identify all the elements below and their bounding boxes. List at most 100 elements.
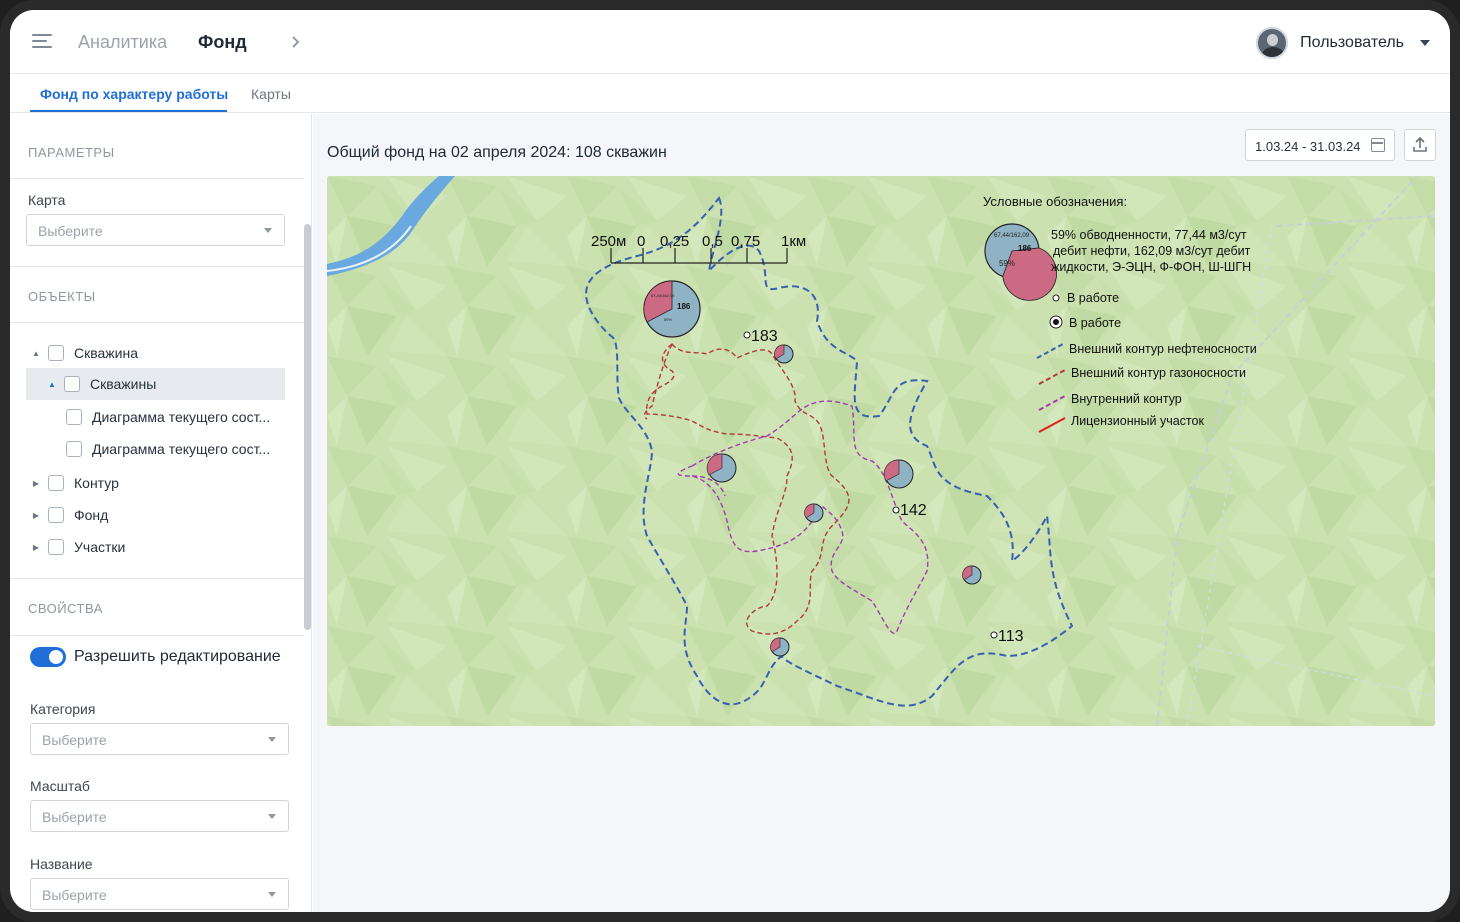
section-title-objects: ОБЪЕКТЫ	[28, 289, 96, 304]
chevron-down-icon	[268, 737, 276, 742]
divider	[10, 322, 304, 323]
legend-pie-text: дебит нефти, 162,09 м3/сут дебит	[1053, 244, 1251, 258]
chevron-down-icon	[268, 814, 276, 819]
field-map[interactable]: 250м 0 0,25 0,5 0,75 1км 186 67,44/162,0…	[327, 176, 1435, 726]
main-content: Общий фонд на 02 апреля 2024: 108 скважи…	[313, 114, 1450, 912]
well-pie[interactable]	[883, 459, 914, 489]
well-pie[interactable]	[774, 344, 794, 364]
tree-item-label: Диаграмма текущего сост...	[92, 441, 271, 457]
tree-item-areas[interactable]: ▶ Участки	[30, 531, 290, 563]
tree-item-label: Участки	[74, 539, 126, 555]
divider	[10, 635, 304, 636]
legend-gas-contour: Внешний контур газоносности	[1071, 366, 1246, 380]
name-select-value: Выберите	[42, 887, 107, 903]
map-label: Карта	[28, 192, 66, 208]
well-label: 142	[900, 502, 927, 519]
well-label: 113	[998, 628, 1024, 645]
checkbox[interactable]	[48, 539, 64, 555]
legend-in-work: В работе	[1069, 316, 1121, 330]
breadcrumb-analytics[interactable]: Аналитика	[78, 32, 167, 53]
map-select[interactable]: Выберите	[26, 214, 285, 246]
page-title: Общий фонд на 02 апреля 2024: 108 скважи…	[327, 144, 667, 161]
tab-bar: Фонд по характеру работы Карты	[10, 74, 1450, 113]
divider	[10, 578, 304, 579]
menu-icon[interactable]	[32, 34, 52, 48]
tree-item-contour[interactable]: ▶ Контур	[30, 467, 290, 499]
chevron-down-icon	[268, 892, 276, 897]
category-label: Категория	[30, 701, 96, 717]
category-select[interactable]: Выберите	[30, 723, 289, 755]
export-button[interactable]	[1404, 129, 1436, 161]
pie-top-text: 67,44/162,09	[651, 293, 675, 298]
category-select-value: Выберите	[42, 732, 107, 748]
well-pie[interactable]	[706, 453, 737, 483]
well-label: 183	[751, 328, 778, 345]
legend-title: Условные обозначения:	[983, 194, 1127, 209]
scale-label: 0,25	[660, 233, 689, 250]
scale-label: Масштаб	[30, 778, 90, 794]
checkbox[interactable]	[48, 475, 64, 491]
legend-pie-value: 186	[1018, 244, 1032, 253]
chevron-right-icon[interactable]	[288, 32, 304, 52]
name-select[interactable]: Выберите	[30, 878, 289, 910]
expand-icon[interactable]: ▲	[30, 349, 42, 358]
scale-select-value: Выберите	[42, 809, 107, 825]
checkbox[interactable]	[48, 345, 64, 361]
section-title-properties: СВОЙСТВА	[28, 601, 103, 616]
date-range-picker[interactable]: 1.03.24 - 31.03.24	[1245, 129, 1395, 161]
divider	[10, 178, 304, 179]
date-range-value: 1.03.24 - 31.03.24	[1255, 139, 1361, 154]
app-screen: Аналитика Фонд Пользователь Фонд по хара…	[10, 10, 1450, 912]
well-pie-large[interactable]: 186 67,44/162,09 59%	[643, 280, 701, 338]
checkbox[interactable]	[66, 441, 82, 457]
scale-label: 1км	[781, 233, 806, 250]
avatar	[1256, 27, 1289, 59]
allow-edit-label: Разрешить редактирование	[74, 648, 281, 665]
user-menu[interactable]: Пользователь	[1256, 26, 1430, 60]
checkbox[interactable]	[66, 409, 82, 425]
allow-edit-toggle[interactable]	[30, 647, 66, 667]
upload-icon	[1413, 136, 1427, 152]
tree-item-diagram-2[interactable]: Диаграмма текущего сост...	[66, 433, 296, 465]
chevron-down-icon	[264, 228, 272, 233]
tab-fund-by-work[interactable]: Фонд по характеру работы	[40, 86, 228, 102]
scale-label: 0	[637, 233, 645, 250]
legend-pie-text: жидкости, Э-ЭЦН, Ф-ФОН, Ш-ШГН	[1051, 260, 1251, 274]
map-canvas: 250м 0 0,25 0,5 0,75 1км 186 67,44/162,0…	[327, 176, 1435, 726]
scale-label: 250м	[591, 233, 626, 250]
divider	[10, 266, 304, 267]
sidebar-scrollbar[interactable]	[304, 224, 311, 630]
scale-label: 0,75	[731, 233, 760, 250]
tree-item-label: Диаграмма текущего сост...	[92, 409, 271, 425]
well-pie[interactable]	[804, 503, 824, 523]
calendar-icon	[1371, 138, 1385, 152]
tree-item-fund[interactable]: ▶ Фонд	[30, 499, 290, 531]
tree-item-diagram-1[interactable]: Диаграмма текущего сост...	[66, 401, 296, 433]
section-title-params: ПАРАМЕТРЫ	[28, 145, 115, 160]
chevron-down-icon	[1420, 40, 1430, 46]
legend-in-work: В работе	[1067, 291, 1119, 305]
pie-value: 186	[677, 302, 691, 311]
breadcrumb-fund[interactable]: Фонд	[198, 32, 247, 53]
scale-label: 0,5	[702, 233, 723, 250]
checkbox[interactable]	[64, 376, 80, 392]
well-pie[interactable]	[962, 565, 982, 585]
tree-item-label: Скважины	[90, 376, 157, 392]
user-name: Пользователь	[1300, 34, 1404, 51]
checkbox[interactable]	[48, 507, 64, 523]
sidebar: ПАРАМЕТРЫ Карта Выберите ОБЪЕКТЫ ▲ Скваж…	[10, 114, 312, 912]
scale-select[interactable]: Выберите	[30, 800, 289, 832]
expand-icon[interactable]: ▶	[30, 543, 42, 552]
tree-item-label: Скважина	[74, 345, 139, 361]
expand-icon[interactable]: ▶	[30, 511, 42, 520]
pie-pct: 59%	[664, 317, 672, 322]
tree-item-well[interactable]: ▲ Скважина	[30, 337, 290, 369]
name-label: Название	[30, 856, 93, 872]
well-pie[interactable]	[770, 637, 790, 657]
tab-maps[interactable]: Карты	[251, 86, 291, 102]
expand-icon[interactable]: ▶	[30, 479, 42, 488]
legend-pie-pct: 59%	[999, 259, 1015, 268]
legend-oil-contour: Внешний контур нефтеносности	[1069, 342, 1257, 356]
expand-icon[interactable]: ▲	[46, 380, 58, 389]
tree-item-wells[interactable]: ▲ Скважины	[26, 368, 285, 400]
